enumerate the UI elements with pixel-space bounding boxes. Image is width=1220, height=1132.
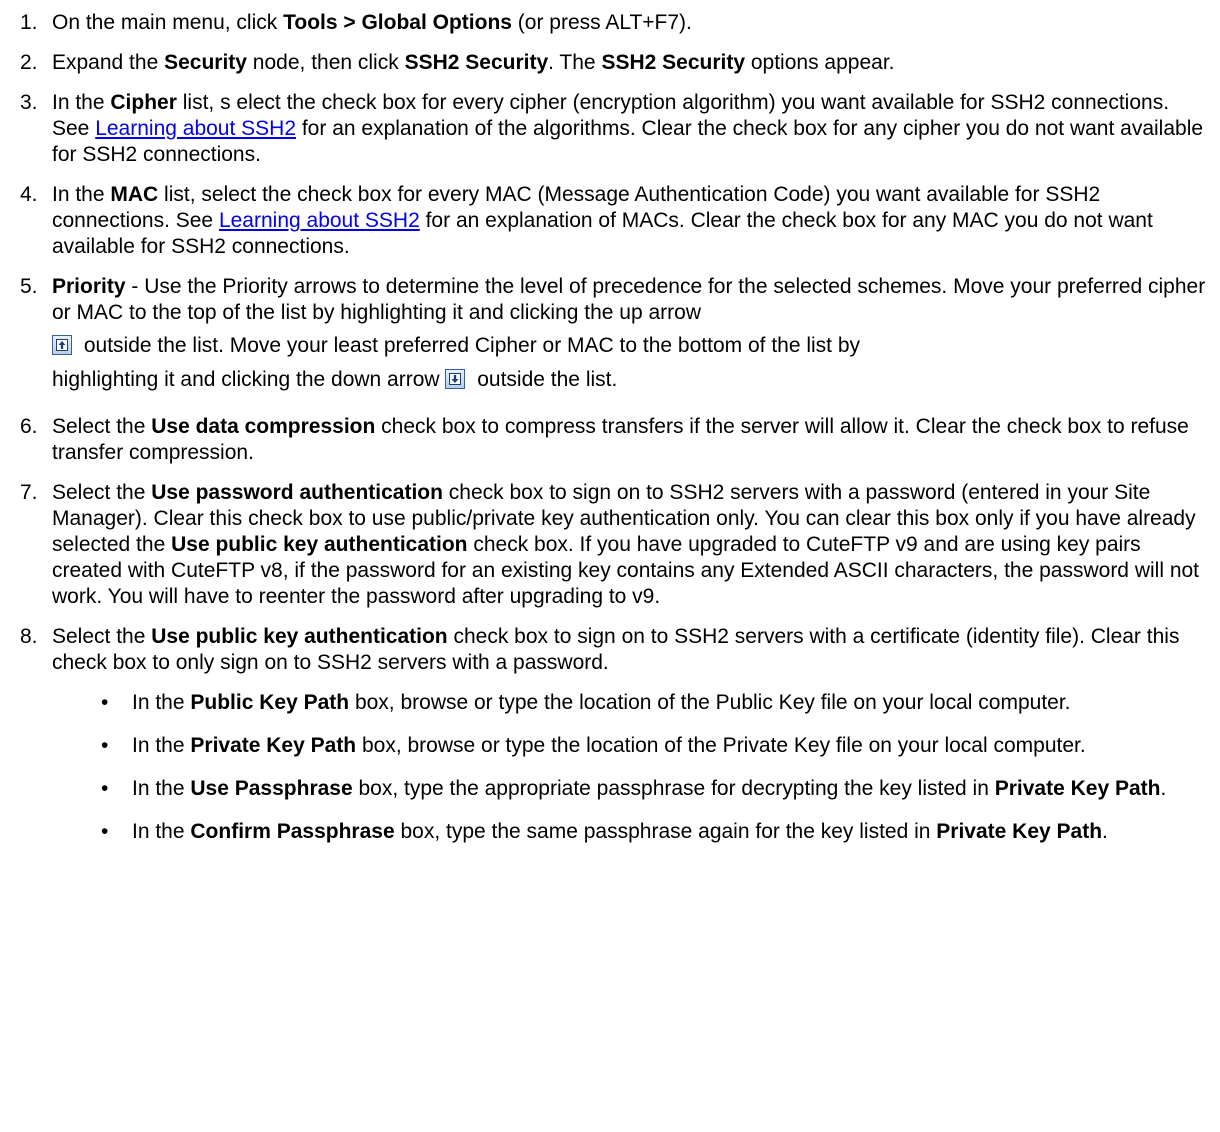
text: In the xyxy=(132,777,191,800)
text: box, type the appropriate passphrase for… xyxy=(352,777,995,800)
text: In the xyxy=(132,820,191,843)
step-7: 7. Select the Use password authenticatio… xyxy=(0,480,1212,610)
text: Select the xyxy=(52,481,152,504)
up-arrow-icon xyxy=(52,335,72,355)
priority-label: Priority xyxy=(52,275,126,298)
learning-about-ssh2-link[interactable]: Learning about SSH2 xyxy=(95,117,296,140)
key-path-bullet-list: • In the Public Key Path box, browse or … xyxy=(52,690,1212,845)
step-text: Select the Use public key authentication… xyxy=(52,624,1212,676)
step-text: In the MAC list, select the check box fo… xyxy=(52,182,1212,260)
use-data-compression-label: Use data compression xyxy=(151,415,376,438)
text: In the xyxy=(52,183,111,206)
up-arrow-glyph xyxy=(58,341,66,349)
step-number: 1. xyxy=(20,11,38,34)
text: (or press ALT+F7). xyxy=(511,11,692,34)
use-password-authentication-label: Use password authentication xyxy=(151,481,443,504)
step-number: 2. xyxy=(20,51,38,74)
step-text: In the Cipher list, s elect the check bo… xyxy=(52,90,1212,168)
step-number: 4. xyxy=(20,183,38,206)
step-number: 7. xyxy=(20,481,38,504)
step-4: 4. In the MAC list, select the check box… xyxy=(0,182,1212,260)
step-3: 3. In the Cipher list, s elect the check… xyxy=(0,90,1212,168)
ssh2-security-label: SSH2 Security xyxy=(601,51,746,74)
private-key-path-label: Private Key Path xyxy=(190,734,357,757)
step-5: 5. Priority - Use the Priority arrows to… xyxy=(0,274,1212,400)
text: Select the xyxy=(52,415,152,438)
bullet: • xyxy=(101,734,109,757)
step-6: 6. Select the Use data compression check… xyxy=(0,414,1212,466)
text: . xyxy=(1102,820,1108,843)
use-passphrase-label: Use Passphrase xyxy=(190,777,353,800)
text: Expand the xyxy=(52,51,165,74)
down-arrow-icon xyxy=(445,369,466,389)
step-text: Select the Use password authentication c… xyxy=(52,480,1212,610)
step-2: 2. Expand the Security node, then click … xyxy=(0,50,1212,76)
help-document: 1. On the main menu, click Tools > Globa… xyxy=(0,0,1212,862)
private-key-path-label: Private Key Path xyxy=(994,777,1161,800)
text: options appear. xyxy=(745,51,895,74)
text: outside the list. Move your least prefer… xyxy=(78,334,861,357)
step-number: 5. xyxy=(20,275,38,298)
step-8: 8. Select the Use public key authenticat… xyxy=(0,624,1212,845)
step-text: Select the Use data compression check bo… xyxy=(52,414,1212,466)
down-arrow-glyph xyxy=(451,375,459,383)
use-public-key-authentication-label: Use public key authentication xyxy=(171,533,468,556)
text: box, browse or type the location of the … xyxy=(356,734,1086,757)
text: . The xyxy=(548,51,602,74)
step-text: On the main menu, click Tools > Global O… xyxy=(52,10,1212,36)
text: On the main menu, click xyxy=(52,11,284,34)
menu-path-tools-global-options: Tools > Global Options xyxy=(283,11,512,34)
bullet: • xyxy=(101,820,109,843)
text: box, browse or type the location of the … xyxy=(349,691,1071,714)
confirm-passphrase-label: Confirm Passphrase xyxy=(190,820,395,843)
ssh2-security-label: SSH2 Security xyxy=(404,51,549,74)
public-key-path-label: Public Key Path xyxy=(190,691,350,714)
step-text-line: highlighting it and clicking the down ar… xyxy=(52,360,1212,400)
step-number: 6. xyxy=(20,415,38,438)
step-number: 8. xyxy=(20,625,38,648)
text: In the xyxy=(132,691,191,714)
cipher-label: Cipher xyxy=(110,91,177,114)
list-item: • In the Use Passphrase box, type the ap… xyxy=(52,776,1212,802)
step-text: Expand the Security node, then click SSH… xyxy=(52,50,1212,76)
text: - Use the Priority arrows to determine t… xyxy=(52,275,1206,324)
use-public-key-authentication-label: Use public key authentication xyxy=(151,625,448,648)
step-1: 1. On the main menu, click Tools > Globa… xyxy=(0,10,1212,36)
text: In the xyxy=(52,91,111,114)
step-text: Priority - Use the Priority arrows to de… xyxy=(52,274,1212,326)
text: box, type the same passphrase again for … xyxy=(394,820,937,843)
security-node-label: Security xyxy=(164,51,247,74)
text: Select the xyxy=(52,625,152,648)
private-key-path-label: Private Key Path xyxy=(936,820,1103,843)
bullet: • xyxy=(101,777,109,800)
learning-about-ssh2-link[interactable]: Learning about SSH2 xyxy=(219,209,420,232)
list-item: • In the Confirm Passphrase box, type th… xyxy=(52,819,1212,845)
mac-label: MAC xyxy=(110,183,159,206)
step-number: 3. xyxy=(20,91,38,114)
bullet: • xyxy=(101,691,109,714)
text: node, then click xyxy=(246,51,405,74)
text: outside the list. xyxy=(471,368,618,391)
text: In the xyxy=(132,734,191,757)
text: . xyxy=(1160,777,1167,800)
text: highlighting it and clicking the down ar… xyxy=(52,368,446,391)
list-item: • In the Public Key Path box, browse or … xyxy=(52,690,1212,716)
list-item: • In the Private Key Path box, browse or… xyxy=(52,733,1212,759)
